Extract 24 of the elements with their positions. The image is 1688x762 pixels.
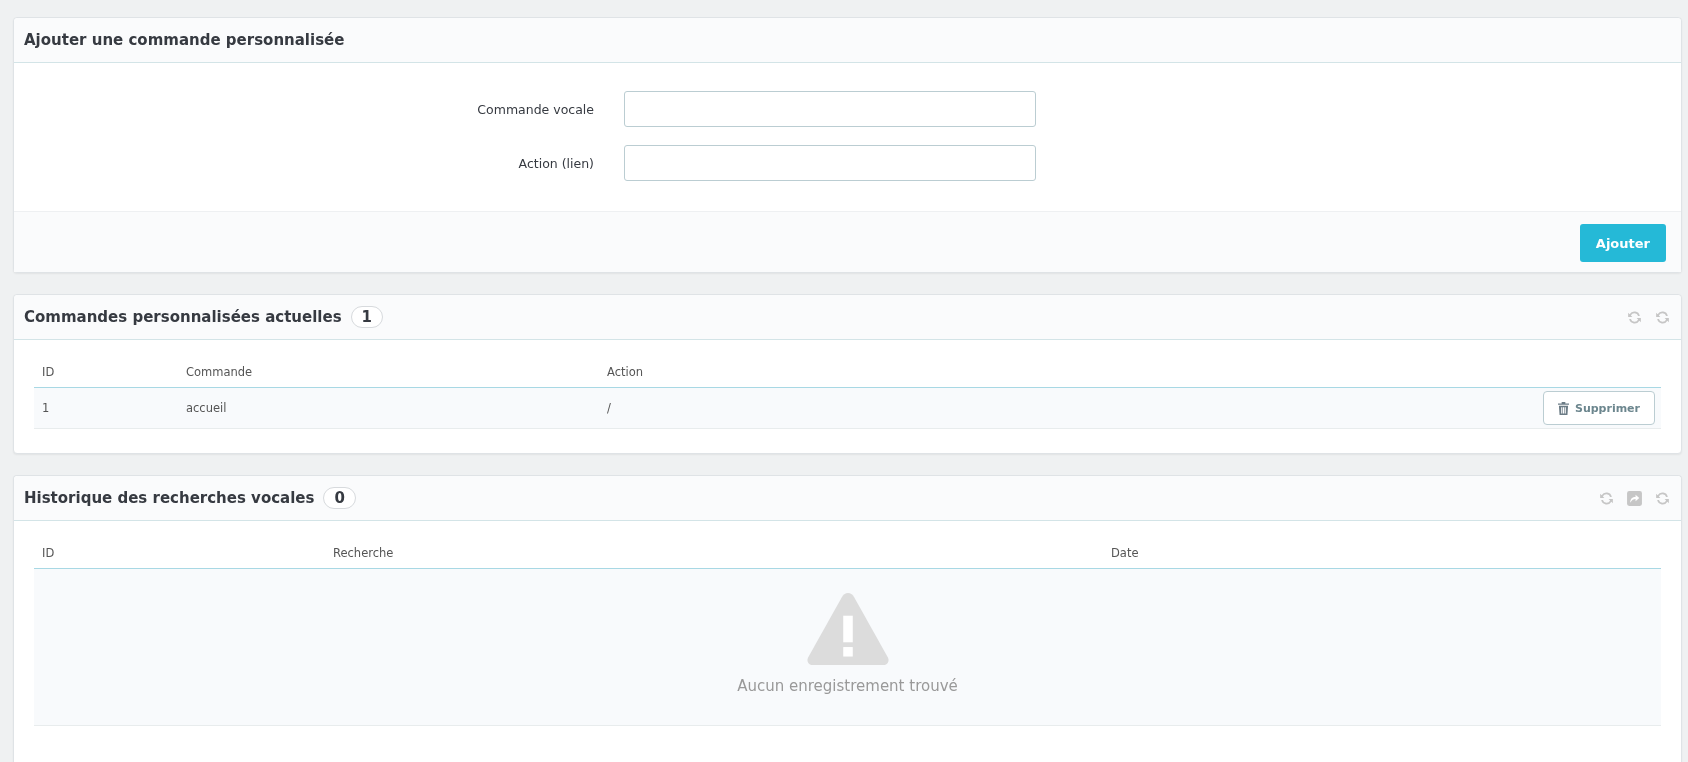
panel-title: Ajouter une commande personnalisée [24, 31, 345, 49]
field-label: Action (lien) [517, 155, 595, 171]
add-button[interactable]: Ajouter [1579, 224, 1666, 262]
warning-icon [804, 591, 891, 667]
share-icon[interactable] [1626, 489, 1643, 507]
field-label: Commande vocale [476, 101, 595, 117]
table-cell: 1 [34, 387, 178, 429]
column-header: Date [1103, 538, 1661, 569]
column-header: Recherche [325, 538, 1103, 569]
input-field[interactable] [624, 91, 1036, 127]
input-field[interactable] [624, 145, 1036, 181]
trash-icon [1557, 401, 1569, 415]
column-header: Action [599, 357, 910, 388]
empty-message: Aucun enregistrement trouvé [737, 677, 958, 695]
panel-title: Commandes personnalisées actuelles [24, 308, 342, 326]
count-badge: 0 [323, 487, 356, 509]
column-header: Commande [178, 357, 599, 388]
panel-title: Historique des recherches vocales [24, 489, 315, 507]
count-badge: 1 [350, 306, 384, 328]
column-header: ID [34, 538, 325, 569]
table-cell: accueil [178, 387, 599, 429]
delete-button[interactable]: Supprimer [1542, 391, 1655, 425]
table-cell: / [599, 387, 910, 429]
column-header: ID [34, 357, 178, 388]
